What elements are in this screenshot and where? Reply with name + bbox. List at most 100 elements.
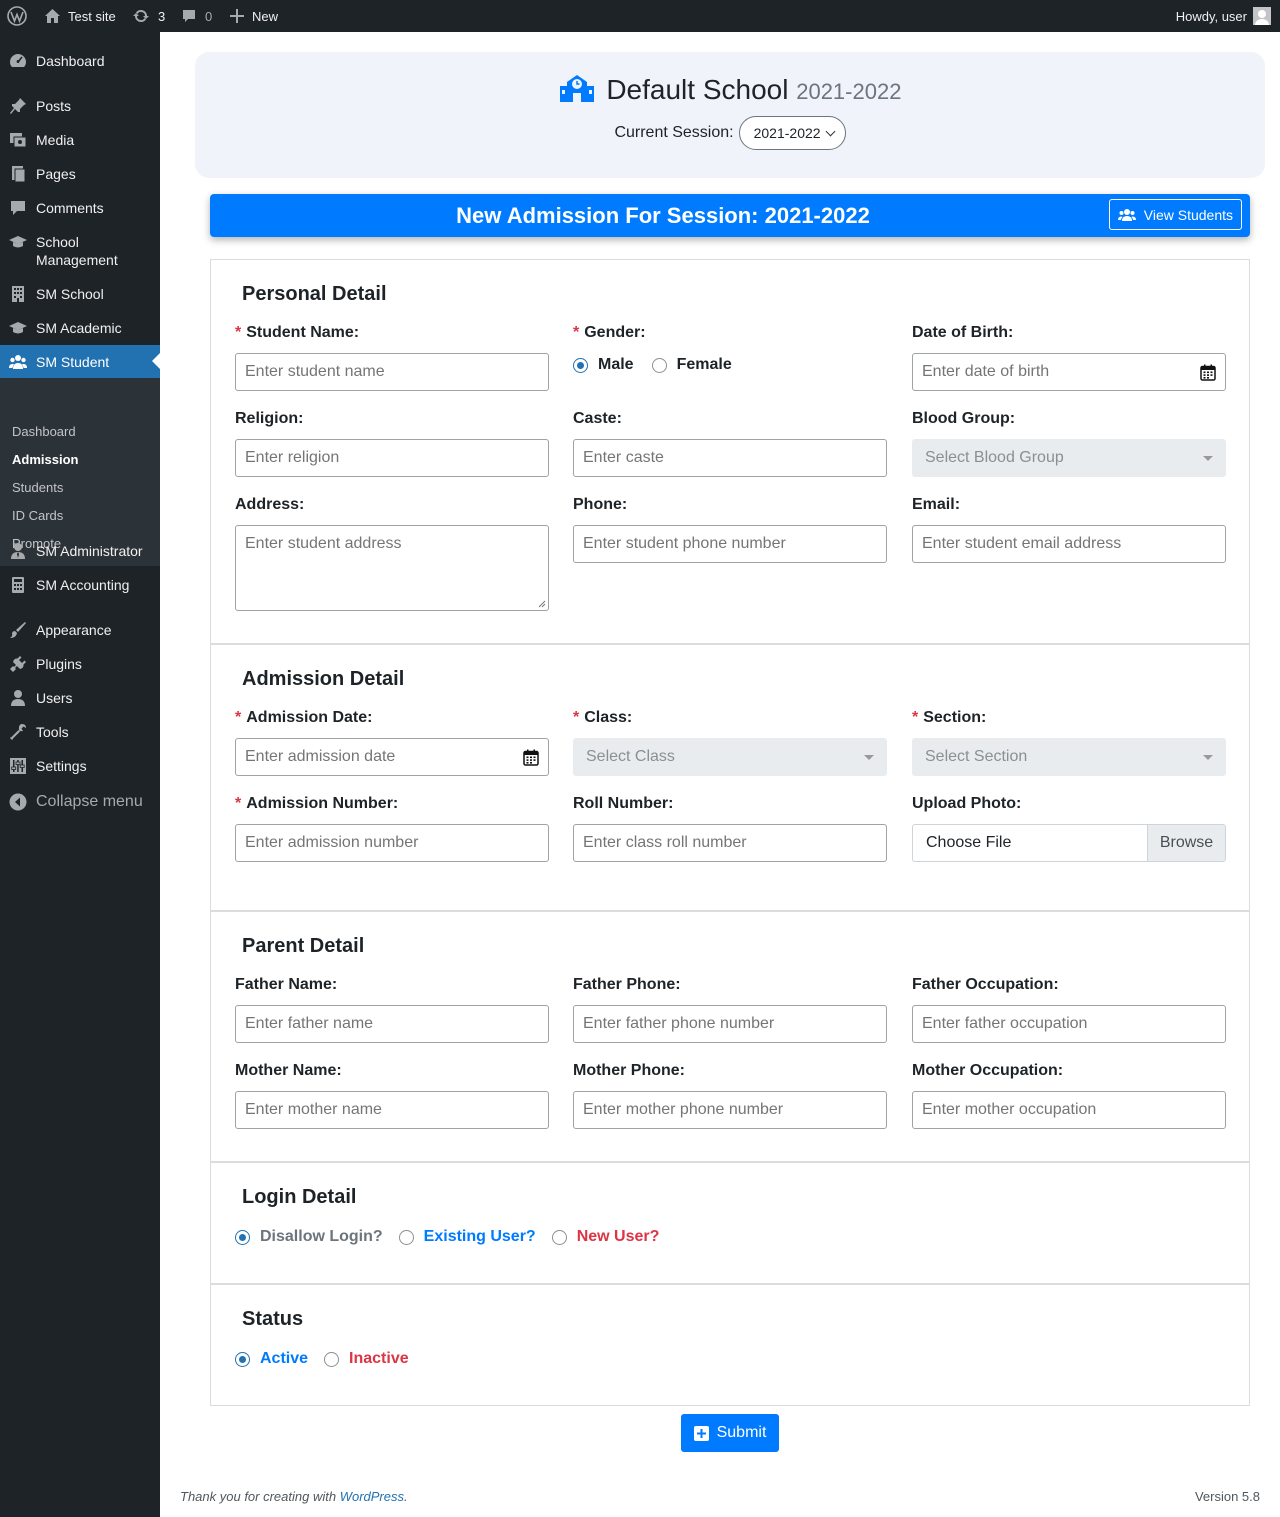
- submit-button[interactable]: Submit: [681, 1414, 779, 1452]
- gender-male-label: Male: [598, 356, 634, 373]
- section-select[interactable]: Select Section: [912, 738, 1226, 776]
- resize-handle-icon[interactable]: [538, 600, 546, 608]
- caste-input[interactable]: Enter caste: [573, 439, 887, 477]
- school-header: Default School 2021-2022 Current Session…: [195, 52, 1265, 178]
- menu-label: SM Administrator: [36, 543, 143, 559]
- existing-user-label: Existing User?: [423, 1228, 536, 1245]
- menu-pages[interactable]: Pages: [0, 157, 160, 191]
- menu-media[interactable]: Media: [0, 123, 160, 157]
- choose-file-text: Choose File: [926, 834, 1012, 851]
- religion-input[interactable]: Enter religion: [235, 439, 549, 477]
- account-menu[interactable]: Howdy, user: [1176, 0, 1271, 32]
- graduation-cap-icon: [8, 233, 28, 251]
- submenu-admission[interactable]: Admission: [12, 452, 78, 467]
- calendar-icon[interactable]: [1200, 364, 1216, 381]
- dob-input[interactable]: Enter date of birth: [912, 353, 1226, 391]
- section-title: Login Detail: [242, 1186, 357, 1208]
- menu-posts[interactable]: Posts: [0, 89, 160, 123]
- admission-number-input[interactable]: Enter admission number: [235, 824, 549, 862]
- active-radio[interactable]: [235, 1351, 250, 1367]
- section-label: * Section:: [912, 709, 987, 726]
- phone-input[interactable]: Enter student phone number: [573, 525, 887, 563]
- father-phone-input[interactable]: Enter father phone number: [573, 1005, 887, 1043]
- admission-date-input[interactable]: Enter admission date: [235, 738, 549, 776]
- inactive-radio[interactable]: [324, 1351, 340, 1367]
- class-select[interactable]: Select Class: [573, 738, 887, 776]
- required-marker: *: [235, 709, 242, 726]
- mother-name-input[interactable]: Enter mother name: [235, 1091, 549, 1129]
- calendar-icon[interactable]: [523, 749, 539, 766]
- gender-male-radio[interactable]: [573, 357, 588, 373]
- menu-sm-school[interactable]: SM School: [0, 277, 160, 311]
- site-name-link[interactable]: Test site: [44, 0, 116, 32]
- comments-link[interactable]: 0: [181, 0, 212, 32]
- current-session-label: Current Session:: [614, 124, 734, 141]
- collapse-arrow-icon: [8, 793, 28, 811]
- submenu-id-cards[interactable]: ID Cards: [12, 508, 63, 523]
- personal-detail-card: Personal Detail * Student Name: Enter stu…: [210, 259, 1250, 644]
- view-students-button[interactable]: View Students: [1108, 199, 1242, 230]
- pushpin-icon: [8, 97, 28, 115]
- wordpress-logo-icon[interactable]: [7, 0, 27, 32]
- mother-occupation-input[interactable]: Enter mother occupation: [912, 1091, 1226, 1129]
- wordpress-link[interactable]: WordPress: [340, 1489, 404, 1504]
- menu-label: SM Accounting: [36, 577, 130, 593]
- gender-female-label: Female: [676, 356, 732, 373]
- blood-group-select[interactable]: Select Blood Group: [912, 439, 1226, 477]
- menu-school-management[interactable]: School Management: [0, 225, 160, 277]
- media-icon: [8, 131, 28, 149]
- menu-tools[interactable]: Tools: [0, 715, 160, 749]
- mother-phone-input[interactable]: Enter mother phone number: [573, 1091, 887, 1129]
- father-name-input[interactable]: Enter father name: [235, 1005, 549, 1043]
- menu-sm-academic[interactable]: SM Academic: [0, 311, 160, 345]
- menu-plugins[interactable]: Plugins: [0, 647, 160, 681]
- browse-button[interactable]: Browse: [1147, 825, 1225, 861]
- updates-link[interactable]: 3: [132, 0, 165, 32]
- menu-label: Plugins: [36, 656, 82, 672]
- student-name-input[interactable]: Enter student name: [235, 353, 549, 391]
- required-marker: *: [573, 709, 580, 726]
- menu-sm-student[interactable]: SM Student: [0, 345, 160, 379]
- gender-radio-group: Male Female: [573, 356, 732, 374]
- menu-label: SM School: [36, 286, 104, 302]
- banner-title: New Admission For Session: 2021-2022: [456, 203, 870, 228]
- view-students-label: View Students: [1143, 206, 1233, 223]
- collapse-menu-button[interactable]: Collapse menu: [0, 785, 160, 819]
- menu-dashboard[interactable]: Dashboard: [0, 44, 160, 78]
- roll-number-input[interactable]: Enter class roll number: [573, 824, 887, 862]
- disallow-login-radio[interactable]: [235, 1229, 250, 1245]
- new-content-link[interactable]: New: [230, 0, 278, 32]
- session-select[interactable]: 2021-2022: [738, 116, 846, 150]
- submenu-students[interactable]: Students: [12, 480, 63, 495]
- footer-version: Version 5.8: [1194, 1489, 1260, 1504]
- admission-detail-card: Admission Detail * Admission Date: Enter …: [210, 644, 1250, 911]
- login-detail-card: Login Detail Disallow Login? Existing Us…: [210, 1162, 1250, 1284]
- submenu-dashboard[interactable]: Dashboard: [12, 424, 76, 439]
- menu-appearance[interactable]: Appearance: [0, 613, 160, 647]
- building-icon: [8, 285, 28, 303]
- required-marker: *: [235, 324, 242, 341]
- parent-detail-card: Parent Detail Father Name: Enter father …: [210, 911, 1250, 1162]
- active-label: Active: [260, 1350, 309, 1367]
- gender-female-radio[interactable]: [651, 357, 667, 373]
- menu-sm-administrator[interactable]: SM Administrator: [0, 534, 160, 568]
- menu-comments[interactable]: Comments: [0, 191, 160, 225]
- footer-thanks: Thank you for creating with WordPress.: [180, 1489, 408, 1504]
- menu-sm-accounting[interactable]: SM Accounting: [0, 568, 160, 602]
- plus-square-icon: [693, 1425, 709, 1441]
- caste-label: Caste:: [573, 410, 622, 427]
- existing-user-radio[interactable]: [398, 1229, 414, 1245]
- father-occupation-input[interactable]: Enter father occupation: [912, 1005, 1226, 1043]
- upload-photo-input[interactable]: Choose File Browse: [912, 824, 1226, 862]
- religion-label: Religion:: [235, 410, 304, 427]
- menu-users[interactable]: Users: [0, 681, 160, 715]
- email-input[interactable]: Enter student email address: [912, 525, 1226, 563]
- phone-label: Phone:: [573, 496, 628, 513]
- school-title: Default School 2021-2022: [195, 74, 1265, 106]
- menu-settings[interactable]: Settings: [0, 749, 160, 783]
- address-textarea[interactable]: Enter student address: [235, 525, 549, 611]
- inactive-label: Inactive: [349, 1350, 409, 1367]
- user-tie-icon: [8, 542, 28, 560]
- required-marker: *: [235, 795, 242, 812]
- new-user-radio[interactable]: [551, 1229, 567, 1245]
